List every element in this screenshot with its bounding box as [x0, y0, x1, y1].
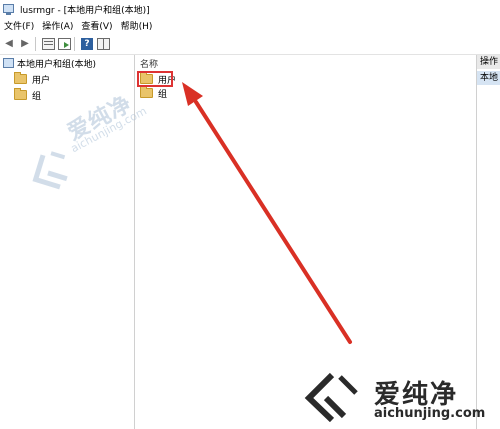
- title-bar: lusrmgr - [本地用户和组(本地)]: [0, 0, 500, 18]
- forward-arrow-icon: ▶: [21, 38, 29, 49]
- folder-icon: [14, 72, 27, 84]
- help-button[interactable]: ?: [80, 37, 94, 51]
- toolbar-separator: [35, 37, 36, 51]
- menu-file[interactable]: 文件(F): [0, 19, 38, 32]
- back-arrow-icon: ◀: [5, 38, 13, 49]
- actions-subheader[interactable]: 本地: [477, 71, 500, 85]
- folder-icon: [14, 88, 27, 100]
- list-item-users[interactable]: 用户: [136, 72, 476, 86]
- export-list-icon: [57, 38, 71, 50]
- properties-grid-icon: [96, 38, 110, 50]
- back-button[interactable]: ◀: [2, 37, 16, 51]
- menu-bar: 文件(F) 操作(A) 查看(V) 帮助(H): [0, 18, 500, 33]
- watermark-url: aichunjing.com: [374, 406, 486, 421]
- menu-help[interactable]: 帮助(H): [117, 19, 157, 32]
- tree-item-label: 用户: [32, 75, 51, 86]
- console-tree-icon: [41, 38, 55, 50]
- help-icon: ?: [81, 38, 93, 50]
- column-header-name[interactable]: 名称: [136, 58, 476, 72]
- watermark-logo-icon: [304, 372, 358, 422]
- forward-button[interactable]: ▶: [18, 37, 32, 51]
- computer-management-icon: [3, 3, 15, 15]
- menu-view[interactable]: 查看(V): [77, 19, 116, 32]
- actions-header: 操作: [477, 55, 500, 69]
- properties-button[interactable]: [96, 37, 110, 51]
- list-item-groups[interactable]: 组: [136, 86, 476, 100]
- toolbar: ◀ ▶ ?: [0, 34, 500, 55]
- export-list-button[interactable]: [57, 37, 71, 51]
- window-title: lusrmgr - [本地用户和组(本地)]: [20, 5, 150, 16]
- toolbar-separator: [74, 37, 75, 51]
- menu-action[interactable]: 操作(A): [38, 19, 77, 32]
- show-hide-console-tree-button[interactable]: [41, 37, 55, 51]
- list-item-label: 组: [158, 89, 168, 100]
- watermark-brand: 爱纯净 aichunjing.com: [304, 372, 494, 427]
- tree-root-label: 本地用户和组(本地): [17, 59, 97, 70]
- computer-icon: [3, 58, 14, 68]
